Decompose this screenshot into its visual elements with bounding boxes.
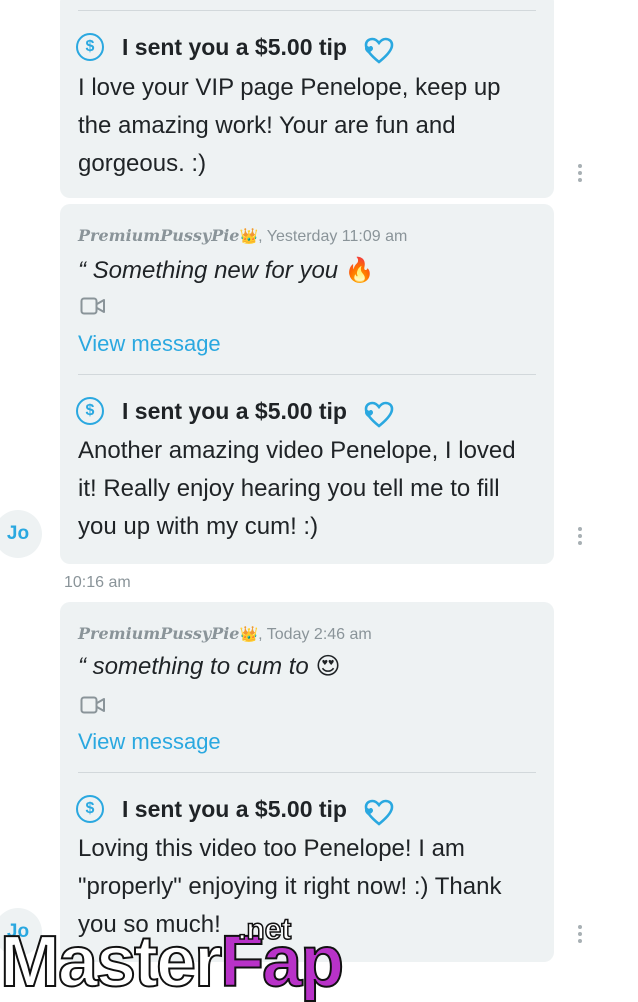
sender-name: PremiumPussyPie (78, 624, 240, 643)
crown-icon: 👑 (239, 626, 259, 643)
timestamp: 10:16 am (64, 574, 131, 591)
dollar-icon: $ (76, 795, 104, 823)
message-meta: PremiumPussyPie👑, Yesterday 11:09 am (78, 226, 407, 246)
video-icon (80, 696, 105, 714)
avatar[interactable]: Jo (0, 510, 42, 558)
more-icon[interactable] (576, 925, 584, 943)
sender-name: PremiumPussyPie (78, 226, 240, 245)
divider (78, 374, 536, 375)
message-time: , Today 2:46 am (258, 626, 372, 643)
tip-row: $ I sent you a $5.00 tip (76, 792, 395, 826)
watermark-logo: MasterFap .net (0, 912, 345, 1002)
fire-emoji: 🔥 (344, 257, 375, 284)
tip-label: I sent you a $5.00 tip (122, 795, 347, 822)
heart-icon (364, 37, 394, 64)
view-message-link[interactable]: View message (78, 729, 221, 755)
message-text: I love your VIP page Penelope, keep up t… (78, 74, 501, 177)
view-message-link[interactable]: View message (78, 331, 221, 357)
quote-text: “ something to cum to (78, 653, 309, 680)
quoted-message: “ something to cum to 😍 (78, 652, 340, 681)
tip-row: $ I sent you a $5.00 tip (76, 30, 395, 64)
quote-text: “ Something new for you (78, 257, 339, 284)
divider (78, 772, 536, 773)
dollar-icon: $ (76, 397, 104, 425)
message-bubble-3: PremiumPussyPie👑, Today 2:46 am “ someth… (60, 602, 554, 962)
heart-icon (364, 799, 394, 826)
watermark-master: Master (0, 922, 223, 1002)
dollar-icon: $ (76, 33, 104, 61)
more-icon[interactable] (576, 527, 584, 545)
tip-label: I sent you a $5.00 tip (122, 397, 347, 424)
tip-label: I sent you a $5.00 tip (122, 33, 347, 60)
divider (78, 10, 536, 11)
quoted-message: “ Something new for you 🔥 (78, 256, 375, 285)
watermark-net: .net (237, 912, 292, 947)
message-bubble-2: PremiumPussyPie👑, Yesterday 11:09 am “ S… (60, 204, 554, 564)
message-text: Another amazing video Penelope, I loved … (78, 437, 516, 540)
video-icon (80, 297, 105, 315)
crown-icon: 👑 (239, 228, 259, 245)
message-time: , Yesterday 11:09 am (258, 228, 408, 245)
heart-eyes-emoji: 😍 (315, 653, 341, 680)
message-meta: PremiumPussyPie👑, Today 2:46 am (78, 624, 372, 644)
more-icon[interactable] (576, 164, 584, 182)
message-bubble-1: $ I sent you a $5.00 tip I love your VIP… (60, 0, 554, 198)
heart-icon (364, 401, 394, 428)
tip-row: $ I sent you a $5.00 tip (76, 394, 395, 428)
